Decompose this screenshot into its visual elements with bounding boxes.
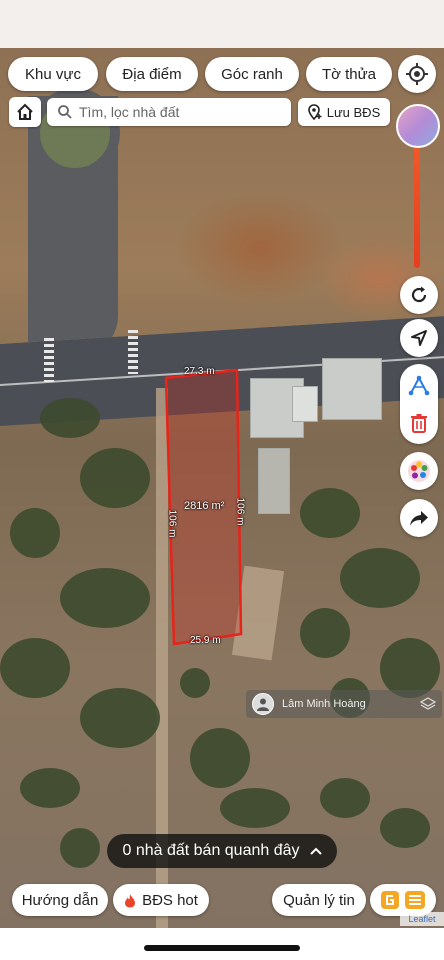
crosshair-icon — [406, 63, 428, 85]
save-property-button[interactable]: Lưu BĐS — [298, 98, 390, 126]
location-pin-plus-icon — [307, 104, 322, 120]
home-icon — [17, 103, 33, 120]
guide-button[interactable]: Hướng dẫn — [12, 884, 108, 916]
home-indicator-area — [0, 928, 444, 960]
filter-to-thua[interactable]: Tờ thửa — [306, 57, 392, 91]
plot-left-length: 106 m — [166, 509, 178, 538]
plot-area: 2816 m² — [184, 500, 225, 512]
navigate-arrow-icon — [411, 330, 427, 346]
filter-goc-ranh[interactable]: Góc ranh — [205, 57, 299, 91]
locate-button[interactable] — [398, 55, 436, 93]
filter-dia-diem[interactable]: Địa điểm — [106, 57, 198, 91]
chevron-up-icon — [309, 847, 322, 855]
delete-button[interactable] — [400, 404, 438, 442]
opacity-slider[interactable] — [414, 140, 420, 268]
manage-listings-button[interactable]: Quản lý tin — [272, 884, 366, 916]
avatar — [252, 693, 274, 715]
refresh-icon — [411, 286, 427, 303]
nearby-listings-button[interactable]: 0 nhà đất bán quanh đây — [107, 834, 337, 868]
measure-tool-icon — [408, 375, 430, 396]
home-indicator[interactable] — [144, 945, 300, 951]
nearby-label: 0 nhà đất bán quanh đây — [122, 842, 300, 859]
status-bar — [0, 0, 444, 48]
plot-outline[interactable] — [0, 48, 444, 928]
plot-right-length: 106 m — [234, 497, 246, 526]
search-input[interactable]: Tìm, lọc nhà đất — [47, 98, 291, 126]
plot-bottom-length: 25.9 m — [190, 635, 221, 646]
hot-property-button[interactable]: BĐS hot — [113, 884, 209, 916]
filter-khu-vuc[interactable]: Khu vực — [8, 57, 98, 91]
search-placeholder: Tìm, lọc nhà đất — [79, 104, 180, 120]
trash-icon — [411, 414, 427, 433]
user-watermark: Lâm Minh Hoàng — [246, 690, 442, 718]
navigate-button[interactable] — [400, 319, 438, 357]
user-icon — [257, 698, 269, 711]
home-button[interactable] — [9, 97, 41, 127]
layers-icon — [420, 697, 436, 710]
map-attribution[interactable]: Leaflet — [400, 912, 444, 926]
fire-icon — [125, 893, 136, 907]
palette-icon — [408, 460, 430, 482]
search-icon — [58, 105, 72, 119]
share-button[interactable] — [400, 499, 438, 537]
satellite-map[interactable]: 27.3 m 25.9 m 106 m 106 m 2816 m² — [0, 48, 444, 928]
measure-button[interactable] — [400, 366, 438, 404]
app-menu-icon — [381, 891, 425, 909]
user-name: Lâm Minh Hoàng — [282, 698, 366, 710]
save-property-label: Lưu BĐS — [326, 104, 381, 120]
plot-top-length: 27.3 m — [184, 366, 215, 377]
share-icon — [410, 511, 428, 526]
hot-property-label: BĐS hot — [142, 891, 198, 909]
refresh-button[interactable] — [400, 276, 438, 314]
color-button[interactable] — [400, 452, 438, 490]
layer-thumbnail[interactable] — [396, 104, 440, 148]
